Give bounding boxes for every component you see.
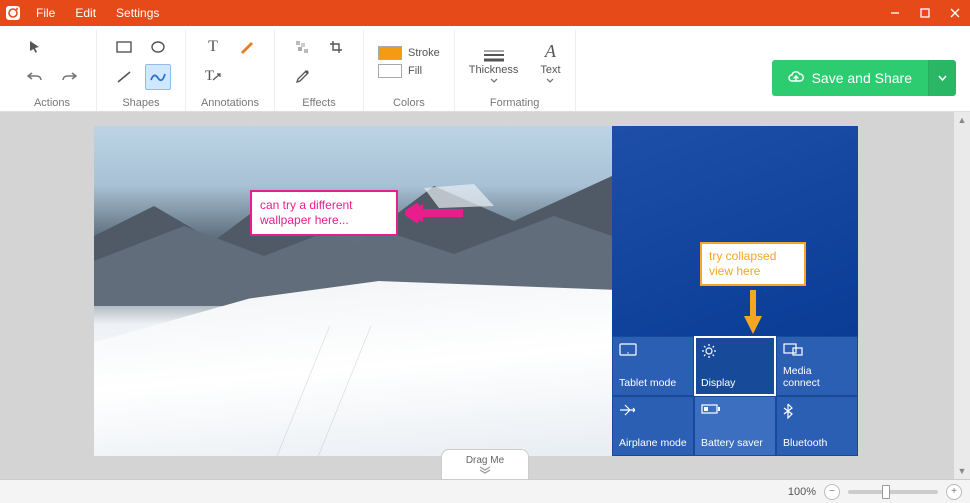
tile-label: Airplane mode <box>619 437 687 449</box>
ribbon-group-actions: Actions <box>8 30 97 111</box>
chevron-down-icon <box>938 75 947 81</box>
arrow-pink-icon <box>405 201 465 225</box>
rect-tool[interactable] <box>111 34 137 60</box>
editor-canvas[interactable]: can try a different wallpaper here... tr… <box>94 126 858 456</box>
ribbon-group-annotations: T T Annotations <box>186 30 275 111</box>
tile-bluetooth[interactable]: Bluetooth <box>776 396 858 456</box>
crop-tool[interactable] <box>323 34 349 60</box>
canvas-area: can try a different wallpaper here... tr… <box>0 112 970 479</box>
text-format-label: Text <box>540 64 560 76</box>
tile-battery-saver[interactable]: Battery saver <box>694 396 776 456</box>
tile-label: Bluetooth <box>783 437 851 449</box>
menu-edit[interactable]: Edit <box>65 0 106 26</box>
bluetooth-icon <box>783 403 851 421</box>
action-center-tiles: Tablet mode Display Media connect Airpla… <box>612 336 858 456</box>
save-share-button-group: Save and Share <box>772 60 956 96</box>
annotation-callout-pink[interactable]: can try a different wallpaper here... <box>250 190 398 236</box>
zoom-slider[interactable] <box>848 490 938 494</box>
battery-icon <box>701 403 769 421</box>
stroke-swatch[interactable] <box>378 46 402 60</box>
undo-button[interactable] <box>22 64 48 90</box>
menu-file[interactable]: File <box>26 0 65 26</box>
cloud-upload-icon <box>788 70 804 86</box>
save-share-dropdown[interactable] <box>928 60 956 96</box>
titlebar: File Edit Settings <box>0 0 970 26</box>
stroke-label: Stroke <box>408 47 440 59</box>
zoom-thumb[interactable] <box>882 485 890 499</box>
chevron-down-icon <box>490 78 498 83</box>
tile-media-connect[interactable]: Media connect <box>776 336 858 396</box>
fill-swatch[interactable] <box>378 64 402 78</box>
screenshot-wallpaper-region <box>94 126 612 456</box>
brightness-icon <box>701 343 769 361</box>
vertical-scrollbar[interactable]: ▲ ▼ <box>954 112 970 479</box>
screenshot-action-center-region: try collapsed view here Tablet mode Disp… <box>612 126 858 456</box>
redo-button[interactable] <box>56 64 82 90</box>
scroll-down-button[interactable]: ▼ <box>954 463 970 479</box>
ribbon-group-effects: Effects <box>275 30 364 111</box>
app-logo <box>0 0 26 26</box>
zoom-percent: 100% <box>788 486 816 498</box>
thickness-label: Thickness <box>469 64 519 76</box>
main-menu: File Edit Settings <box>26 0 169 26</box>
group-label: Formating <box>490 93 540 111</box>
menu-settings[interactable]: Settings <box>106 0 169 26</box>
pen-tool[interactable] <box>234 34 260 60</box>
ribbon-group-formating: Thickness A Text Formating <box>455 30 576 111</box>
statusbar: 100% − + <box>0 479 970 503</box>
group-label: Effects <box>302 93 335 111</box>
minimize-button[interactable] <box>880 0 910 26</box>
color-picker-tool[interactable] <box>289 64 315 90</box>
ribbon-group-shapes: Shapes <box>97 30 186 111</box>
tile-label: Media connect <box>783 365 851 389</box>
text-arrow-tool[interactable]: T <box>200 64 226 90</box>
maximize-button[interactable] <box>910 0 940 26</box>
arrow-orange-icon <box>743 290 763 334</box>
drag-handle[interactable]: Drag Me <box>441 449 529 479</box>
save-share-button[interactable]: Save and Share <box>772 60 928 96</box>
group-label: Colors <box>393 93 425 111</box>
scroll-track[interactable] <box>954 128 970 463</box>
tile-label: Tablet mode <box>619 377 687 389</box>
tablet-icon <box>619 343 687 361</box>
pointer-tool[interactable] <box>22 34 48 60</box>
chevron-down-icon <box>546 78 554 83</box>
tile-tablet-mode[interactable]: Tablet mode <box>612 336 694 396</box>
close-button[interactable] <box>940 0 970 26</box>
text-tool[interactable]: T <box>200 34 226 60</box>
fill-label: Fill <box>408 65 422 77</box>
chevron-double-down-icon <box>478 466 492 474</box>
ribbon-group-colors: Stroke Fill Colors <box>364 30 455 111</box>
annotation-callout-orange[interactable]: try collapsed view here <box>700 242 806 286</box>
tile-label: Display <box>701 377 769 389</box>
group-label: Annotations <box>201 93 259 111</box>
save-share-label: Save and Share <box>812 70 912 86</box>
curve-tool[interactable] <box>145 64 171 90</box>
scroll-up-button[interactable]: ▲ <box>954 112 970 128</box>
media-connect-icon <box>783 343 851 361</box>
zoom-out-button[interactable]: − <box>824 484 840 500</box>
airplane-icon <box>619 403 687 421</box>
tile-airplane-mode[interactable]: Airplane mode <box>612 396 694 456</box>
ribbon-toolbar: Actions Shapes T T Annotations Effects <box>0 26 970 112</box>
group-label: Actions <box>34 93 70 111</box>
window-controls <box>880 0 970 26</box>
tile-label: Battery saver <box>701 437 769 449</box>
text-format-dropdown[interactable]: A Text <box>540 40 560 83</box>
group-label: Shapes <box>122 93 159 111</box>
thickness-dropdown[interactable]: Thickness <box>469 40 519 83</box>
ellipse-tool[interactable] <box>145 34 171 60</box>
line-tool[interactable] <box>111 64 137 90</box>
drag-label: Drag Me <box>466 455 504 466</box>
pixelate-tool[interactable] <box>289 34 315 60</box>
tile-display[interactable]: Display <box>694 336 776 396</box>
zoom-in-button[interactable]: + <box>946 484 962 500</box>
